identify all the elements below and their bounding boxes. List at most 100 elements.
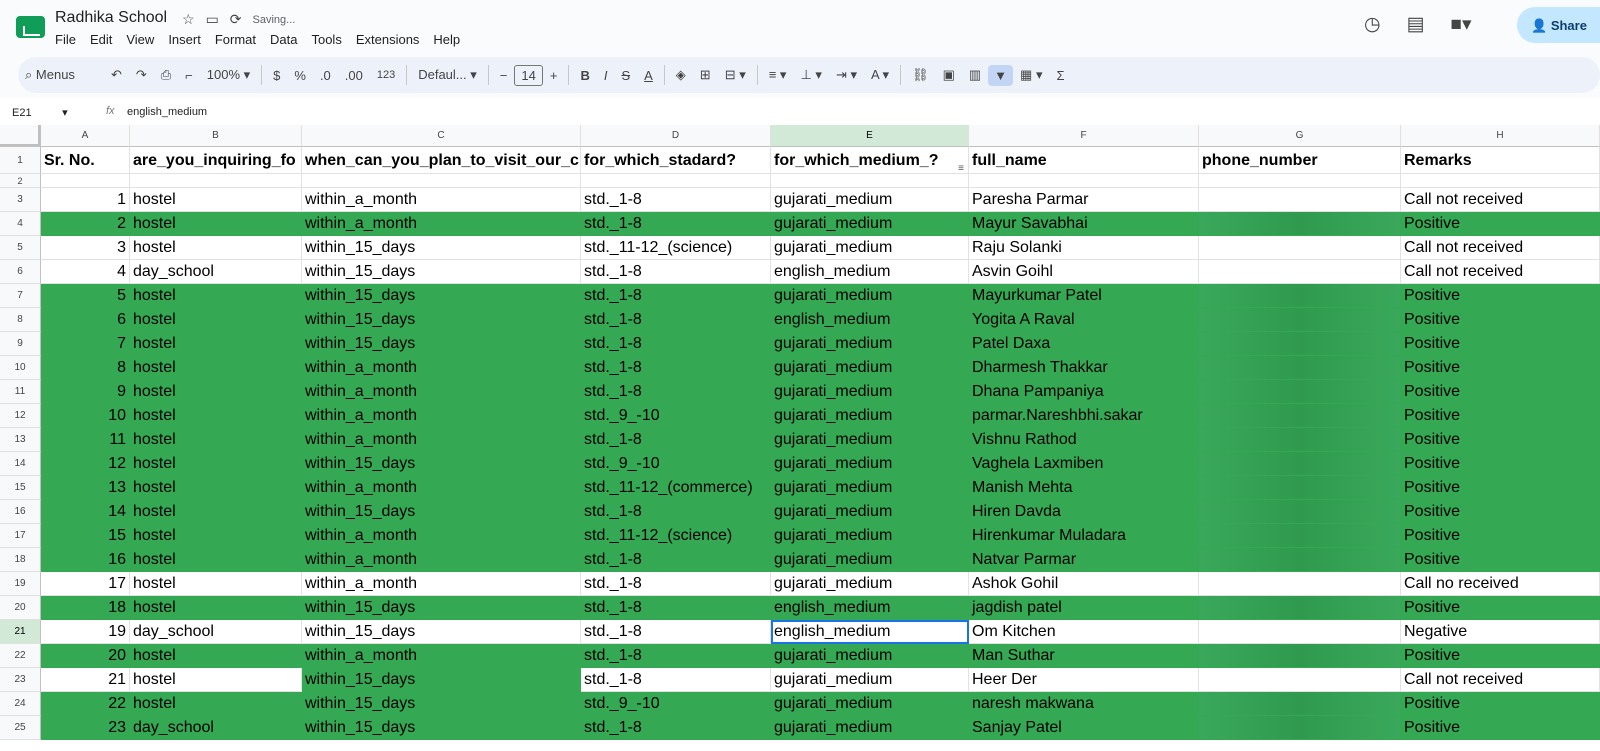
table-cell[interactable]: std._11-12_(science) xyxy=(581,236,771,260)
table-cell[interactable]: hostel xyxy=(130,308,302,332)
table-cell[interactable]: 23 xyxy=(41,716,130,740)
row-header[interactable]: 11 xyxy=(0,380,41,404)
table-cell[interactable]: hostel xyxy=(130,524,302,548)
table-cell[interactable]: Positive xyxy=(1401,308,1600,332)
table-cell[interactable]: gujarati_medium xyxy=(771,692,969,716)
table-cell[interactable]: gujarati_medium xyxy=(771,548,969,572)
zoom-select[interactable]: 100% ▾ xyxy=(200,67,257,83)
phone-number-cell-redacted[interactable] xyxy=(1199,524,1401,548)
phone-number-cell-redacted[interactable] xyxy=(1199,308,1401,332)
header-cell[interactable]: are_you_inquiring_fo xyxy=(130,147,302,174)
table-cell[interactable]: gujarati_medium xyxy=(771,380,969,404)
table-cell[interactable]: Mayurkumar Patel xyxy=(969,284,1199,308)
row-header[interactable]: 7 xyxy=(0,284,41,308)
table-cell[interactable]: day_school xyxy=(130,260,302,284)
row-header[interactable]: 21 xyxy=(0,620,41,644)
table-cell[interactable]: within_15_days xyxy=(302,332,581,356)
phone-number-cell-redacted[interactable] xyxy=(1199,236,1401,260)
merge-cells-icon[interactable]: ⊟ ▾ xyxy=(718,67,753,83)
table-cell[interactable]: Positive xyxy=(1401,380,1600,404)
row-header[interactable]: 8 xyxy=(0,308,41,332)
column-header-c[interactable]: C xyxy=(302,125,581,147)
table-cell[interactable]: 4 xyxy=(41,260,130,284)
column-header-d[interactable]: D xyxy=(581,125,771,147)
table-cell[interactable]: Positive xyxy=(1401,476,1600,500)
phone-number-cell-redacted[interactable] xyxy=(1199,716,1401,740)
table-cell[interactable]: std._1-8 xyxy=(581,428,771,452)
menu-tools[interactable]: Tools xyxy=(311,32,341,47)
column-header-a[interactable]: A xyxy=(41,125,130,147)
menu-help[interactable]: Help xyxy=(433,32,460,47)
table-cell[interactable]: std._1-8 xyxy=(581,380,771,404)
phone-number-cell-redacted[interactable] xyxy=(1199,380,1401,404)
table-cell[interactable]: 9 xyxy=(41,380,130,404)
menu-extensions[interactable]: Extensions xyxy=(356,32,420,47)
table-cell[interactable]: 16 xyxy=(41,548,130,572)
phone-number-cell-redacted[interactable] xyxy=(1199,284,1401,308)
row-header[interactable]: 15 xyxy=(0,476,41,500)
table-cell[interactable]: hostel xyxy=(130,452,302,476)
table-cell[interactable]: gujarati_medium xyxy=(771,356,969,380)
phone-number-cell-redacted[interactable] xyxy=(1199,188,1401,212)
table-cell[interactable]: 19 xyxy=(41,620,130,644)
row-header[interactable]: 19 xyxy=(0,572,41,596)
row-header[interactable]: 13 xyxy=(0,428,41,452)
vertical-align-icon[interactable]: ⊥ ▾ xyxy=(793,67,828,83)
table-cell[interactable]: within_a_month xyxy=(302,548,581,572)
table-cell[interactable]: std._1-8 xyxy=(581,356,771,380)
table-cell[interactable]: within_a_month xyxy=(302,380,581,404)
table-cell[interactable]: gujarati_medium xyxy=(771,644,969,668)
row-header[interactable]: 17 xyxy=(0,524,41,548)
table-cell[interactable]: hostel xyxy=(130,332,302,356)
table-cell[interactable]: within_15_days xyxy=(302,668,581,692)
table-cell[interactable]: hostel xyxy=(130,212,302,236)
table-cell[interactable]: 12 xyxy=(41,452,130,476)
column-header-f[interactable]: F xyxy=(969,125,1199,147)
table-cell[interactable]: within_a_month xyxy=(302,644,581,668)
table-cell[interactable]: std._1-8 xyxy=(581,572,771,596)
table-cell[interactable]: within_15_days xyxy=(302,260,581,284)
row-header[interactable]: 10 xyxy=(0,356,41,380)
table-cell[interactable]: 5 xyxy=(41,284,130,308)
table-cell[interactable]: within_a_month xyxy=(302,188,581,212)
row-header[interactable]: 6 xyxy=(0,260,41,284)
table-cell[interactable]: 17 xyxy=(41,572,130,596)
phone-number-cell-redacted[interactable] xyxy=(1199,404,1401,428)
table-cell[interactable]: within_a_month xyxy=(302,356,581,380)
table-cell[interactable]: Negative xyxy=(1401,620,1600,644)
phone-number-cell-redacted[interactable] xyxy=(1199,356,1401,380)
column-header-b[interactable]: B xyxy=(130,125,302,147)
table-cell[interactable]: gujarati_medium xyxy=(771,500,969,524)
table-cell[interactable]: Dhana Pampaniya xyxy=(969,380,1199,404)
undo-icon[interactable]: ↶ xyxy=(104,67,129,83)
table-cell[interactable]: Om Kitchen xyxy=(969,620,1199,644)
font-size-decrease[interactable]: − xyxy=(493,68,515,83)
table-cell[interactable]: day_school xyxy=(130,716,302,740)
table-cell[interactable]: Natvar Parmar xyxy=(969,548,1199,572)
table-cell[interactable]: 18 xyxy=(41,596,130,620)
table-cell[interactable]: Vishnu Rathod xyxy=(969,428,1199,452)
table-cell[interactable]: Positive xyxy=(1401,500,1600,524)
table-cell[interactable]: gujarati_medium xyxy=(771,188,969,212)
table-cell[interactable]: naresh makwana xyxy=(969,692,1199,716)
table-cell[interactable]: gujarati_medium xyxy=(771,404,969,428)
table-cell[interactable]: gujarati_medium xyxy=(771,572,969,596)
table-cell[interactable]: Positive xyxy=(1401,644,1600,668)
table-cell[interactable]: std._1-8 xyxy=(581,644,771,668)
row-header[interactable]: 22 xyxy=(0,644,41,668)
table-cell[interactable]: 21 xyxy=(41,668,130,692)
table-cell[interactable]: gujarati_medium xyxy=(771,716,969,740)
phone-number-cell-redacted[interactable] xyxy=(1199,452,1401,476)
version-history-icon[interactable]: ◷ xyxy=(1364,13,1381,36)
table-cell[interactable]: 14 xyxy=(41,500,130,524)
functions-icon[interactable]: Σ xyxy=(1049,68,1071,83)
menu-data[interactable]: Data xyxy=(270,32,297,47)
table-cell[interactable]: std._1-8 xyxy=(581,596,771,620)
table-cell[interactable]: Call not received xyxy=(1401,188,1600,212)
row-header[interactable]: 3 xyxy=(0,188,41,212)
phone-number-cell-redacted[interactable] xyxy=(1199,332,1401,356)
table-cell[interactable]: Positive xyxy=(1401,524,1600,548)
text-wrapping-icon[interactable]: ⇥ ▾ xyxy=(829,67,864,83)
meet-icon[interactable]: ■▾ xyxy=(1451,13,1472,36)
header-cell[interactable]: full_name xyxy=(969,147,1199,174)
